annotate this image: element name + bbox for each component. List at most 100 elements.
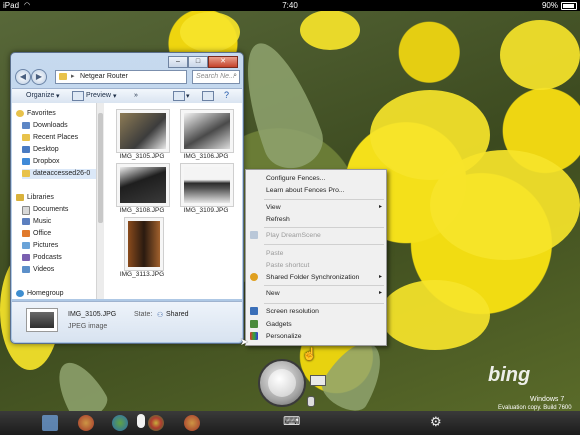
details-thumbnail <box>26 308 58 332</box>
virtual-trackpad[interactable] <box>258 359 306 407</box>
navigation-row: ◀ ▶ ▸ Netgear Router ↻ Search Ne... ⌕ <box>15 69 240 85</box>
search-placeholder: Search Ne... <box>196 73 235 80</box>
details-pane: IMG_3105.JPG JPEG image State: ⚇ Shared <box>12 301 242 342</box>
photo-router-box <box>120 113 166 149</box>
submenu-arrow-icon: ▸ <box>378 290 382 296</box>
file-name[interactable]: IMG_3106.JPG <box>176 153 236 160</box>
firefox-task-icon[interactable] <box>78 415 94 431</box>
keyboard-icon[interactable] <box>310 375 326 386</box>
search-icon[interactable]: ⌕ <box>233 72 237 80</box>
views-icon[interactable] <box>173 91 185 101</box>
scrollbar-thumb[interactable] <box>98 113 103 223</box>
organize-dropdown-icon[interactable]: ▾ <box>56 92 60 100</box>
hand-icon[interactable]: ☝ <box>302 347 317 361</box>
personalize-icon <box>250 332 258 340</box>
menu-separator <box>264 199 384 200</box>
file-name[interactable]: IMG_3108.JPG <box>112 207 172 214</box>
file-list: IMG_3105.JPG IMG_3106.JPG IMG_3108.JPG I… <box>104 103 242 299</box>
menu-item-screen-resolution[interactable]: Screen resolution <box>246 306 386 317</box>
menu-item-shared-folder-sync[interactable]: Shared Folder Synchronization ▸ <box>246 272 386 283</box>
folder-icon <box>59 73 67 80</box>
menu-item-paste[interactable]: Paste <box>246 248 386 259</box>
details-state-value: Shared <box>166 311 189 318</box>
preview-icon <box>72 91 84 101</box>
search-input[interactable]: Search Ne... ⌕ <box>192 70 240 84</box>
file-thumbnail[interactable] <box>180 109 234 153</box>
podcasts-icon <box>22 254 30 261</box>
shared-icon: ⚇ <box>157 312 164 319</box>
close-button[interactable]: ✕ <box>208 56 238 68</box>
menu-item-learn-fences-pro[interactable]: Learn about Fences Pro... <box>246 185 386 196</box>
explorer-task-icon[interactable] <box>42 415 58 431</box>
photo-router <box>184 113 230 149</box>
menu-separator <box>264 303 384 304</box>
dropbox-icon <box>22 158 30 165</box>
file-name[interactable]: IMG_3113.JPG <box>112 271 172 278</box>
status-time: 7:40 <box>282 1 298 10</box>
menu-item-play-dreamscene[interactable]: Play DreamScene <box>246 230 386 241</box>
photo-router-box-vertical <box>128 221 160 267</box>
screen-resolution-icon <box>250 307 258 315</box>
more-commands-button[interactable]: » <box>134 92 138 99</box>
menu-item-paste-shortcut[interactable]: Paste shortcut <box>246 260 386 271</box>
app-task-icon[interactable] <box>112 415 128 431</box>
forward-button[interactable]: ▶ <box>31 69 47 85</box>
dreamscene-icon <box>250 231 258 239</box>
windows-version-watermark: Windows 7 <box>530 396 565 403</box>
views-dropdown-icon[interactable]: ▾ <box>186 92 190 100</box>
videos-icon <box>22 266 30 273</box>
chrome-task-icon[interactable] <box>148 415 164 431</box>
preview-dropdown-icon[interactable]: ▾ <box>113 92 117 100</box>
organize-button[interactable]: Organize <box>26 92 54 99</box>
battery-percent: 90% <box>541 1 558 10</box>
keyboard-icon[interactable]: ⌨ <box>283 415 300 427</box>
bing-watermark: bing <box>488 364 531 386</box>
menu-item-new[interactable]: New ▸ <box>246 288 386 299</box>
mouse-mode-icon[interactable] <box>137 414 145 428</box>
breadcrumb-arrow-icon[interactable]: ▸ <box>71 72 75 80</box>
file-thumbnail[interactable] <box>180 163 234 207</box>
menu-item-gadgets[interactable]: Gadgets <box>246 319 386 330</box>
desktop-icon <box>22 146 30 153</box>
nav-dateaccessed[interactable]: dateaccessed26-0 <box>22 169 96 179</box>
back-button[interactable]: ◀ <box>15 69 31 85</box>
star-icon <box>16 110 24 117</box>
gadgets-icon <box>250 320 258 328</box>
menu-separator <box>264 227 384 228</box>
file-thumbnail[interactable] <box>116 163 170 207</box>
navigation-pane: Favorites Downloads Recent Places Deskto… <box>12 103 96 299</box>
explorer-window[interactable]: – □ ✕ ◀ ▶ ▸ Netgear Router ↻ Search Ne..… <box>10 52 244 344</box>
taskbar-icons <box>0 411 210 435</box>
documents-icon <box>22 206 30 215</box>
preview-button[interactable]: Preview <box>86 92 111 99</box>
menu-item-refresh[interactable]: Refresh <box>246 214 386 225</box>
submenu-arrow-icon: ▸ <box>378 204 382 210</box>
preview-pane-icon[interactable] <box>202 91 214 101</box>
details-state-label: State: <box>134 311 153 318</box>
details-file-name: IMG_3105.JPG <box>68 311 117 318</box>
maximize-button[interactable]: □ <box>188 56 208 68</box>
office-icon <box>22 230 30 237</box>
window-controls: – □ ✕ <box>168 56 238 68</box>
menu-separator <box>264 285 384 286</box>
mouse-icon[interactable] <box>307 396 315 407</box>
help-icon[interactable]: ? <box>224 90 229 100</box>
menu-item-personalize[interactable]: Personalize <box>246 331 386 342</box>
libraries-icon <box>16 194 24 201</box>
browser-task-icon[interactable] <box>184 415 200 431</box>
address-bar[interactable]: ▸ Netgear Router <box>55 70 187 84</box>
minimize-button[interactable]: – <box>168 56 188 68</box>
pictures-icon <box>22 242 30 249</box>
menu-item-view[interactable]: View ▸ <box>246 202 386 213</box>
file-name[interactable]: IMG_3105.JPG <box>112 153 172 160</box>
menu-item-configure-fences[interactable]: Configure Fences... <box>246 173 386 184</box>
file-thumbnail[interactable] <box>116 109 170 153</box>
music-icon <box>22 218 30 225</box>
file-name[interactable]: IMG_3109.JPG <box>176 207 236 214</box>
content-panes: Favorites Downloads Recent Places Deskto… <box>12 103 242 299</box>
gear-icon[interactable]: ⚙ <box>430 414 442 430</box>
battery-icon <box>561 2 577 10</box>
ipad-status-bar: iPad ◠ 7:40 90% <box>0 0 580 11</box>
file-thumbnail[interactable] <box>124 217 164 271</box>
mouse-pointer-icon: ➤ <box>240 337 249 348</box>
